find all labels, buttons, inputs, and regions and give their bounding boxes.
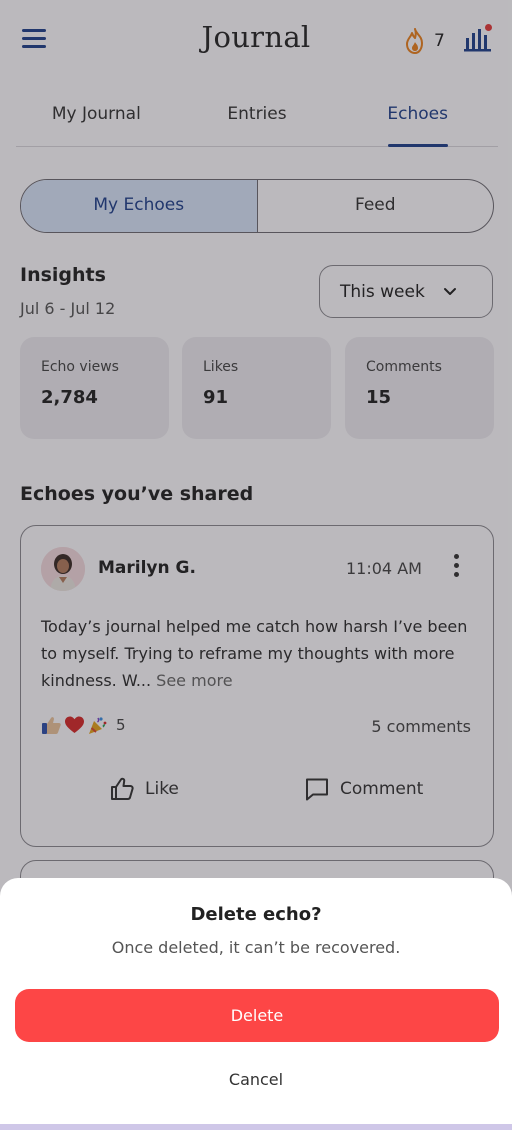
dialog-title: Delete echo? [190, 904, 322, 925]
delete-button[interactable]: Delete [15, 989, 499, 1042]
dialog-message: Once deleted, it can’t be recovered. [111, 938, 401, 957]
bottom-edge [0, 1124, 512, 1130]
delete-confirm-sheet: Delete echo? Once deleted, it can’t be r… [0, 878, 512, 1130]
cancel-button[interactable]: Cancel [156, 1062, 356, 1098]
journal-screen: Journal 7 My Journal Entries Echoes My E… [0, 0, 512, 1130]
